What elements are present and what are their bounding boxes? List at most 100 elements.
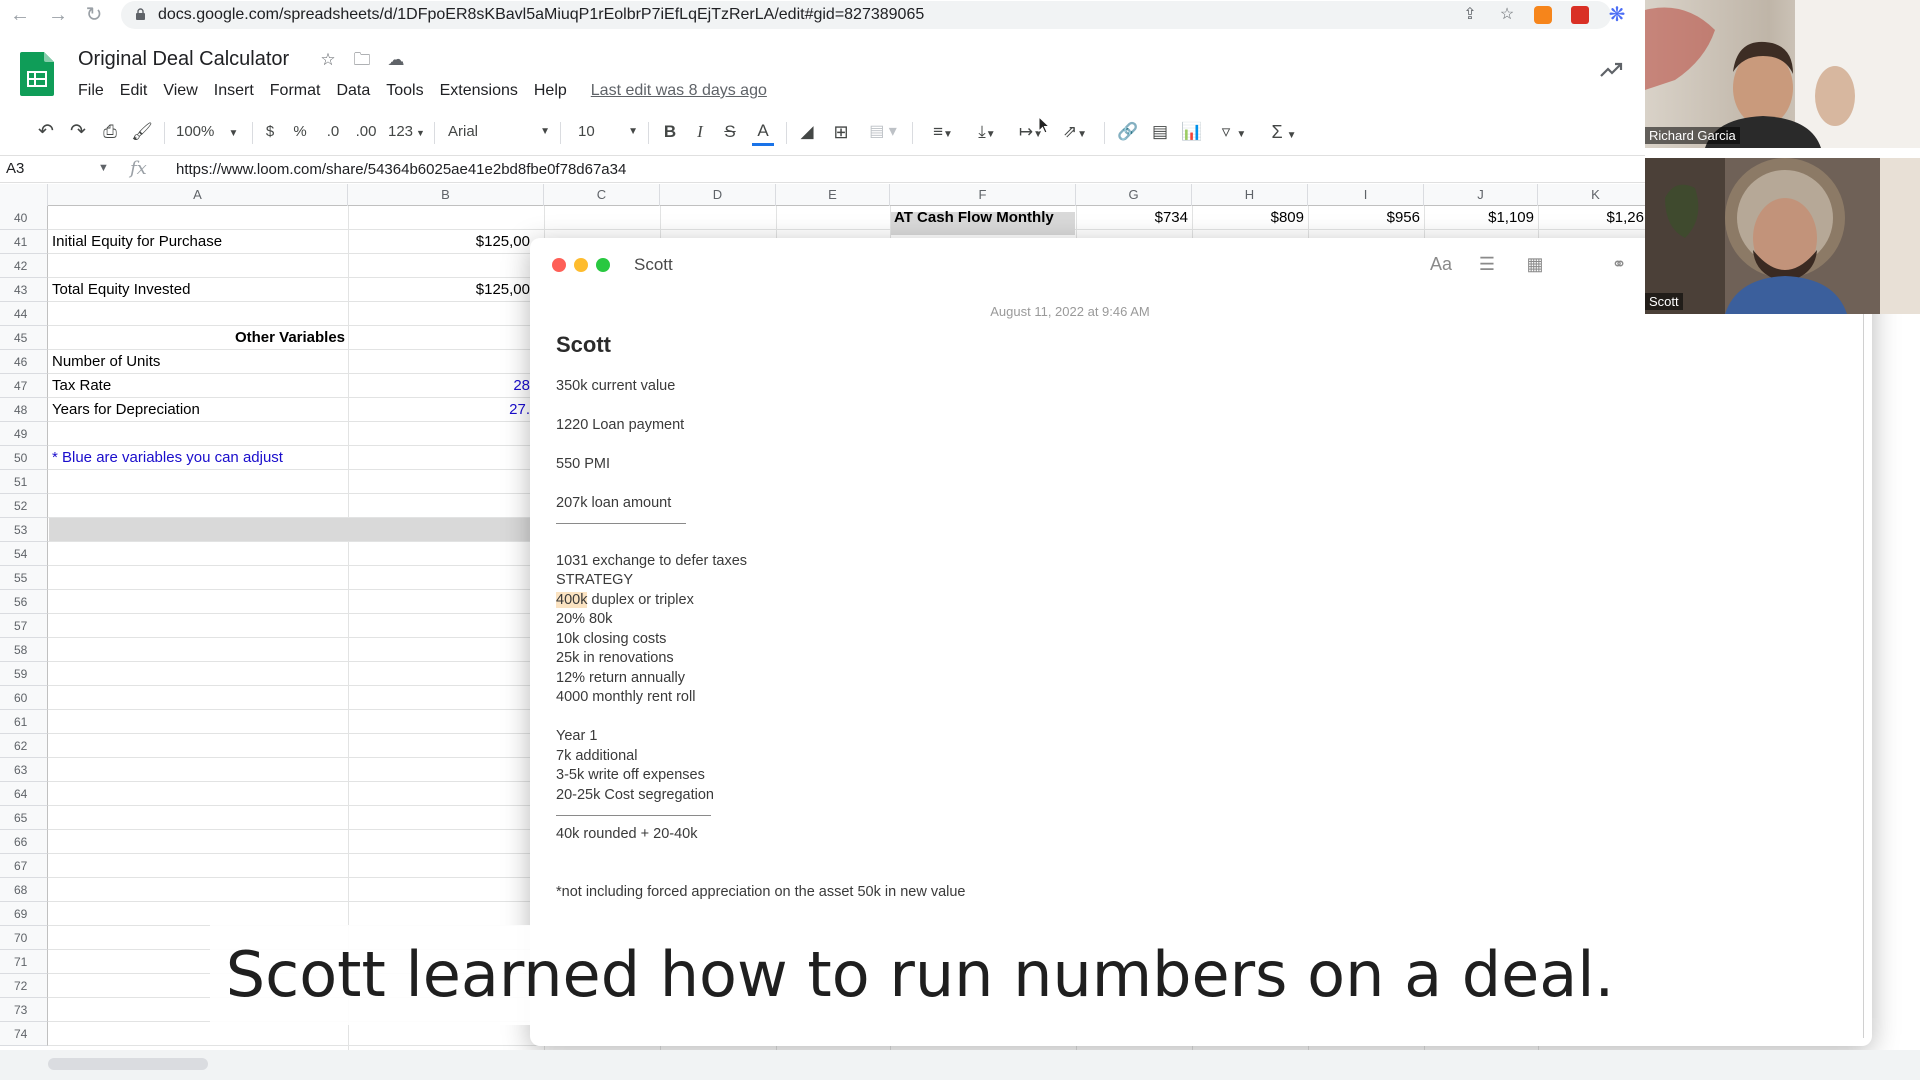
redo-icon[interactable]: ↷ — [66, 120, 90, 144]
note-line[interactable]: 25k in renovations — [556, 650, 674, 666]
note-line[interactable]: 550 PMI — [556, 456, 610, 472]
row-header[interactable]: 48 — [0, 398, 48, 422]
note-line[interactable]: *not including forced appreciation on th… — [556, 884, 966, 900]
row-header[interactable]: 49 — [0, 422, 48, 446]
row-header[interactable]: 66 — [0, 830, 48, 854]
row-header[interactable]: 46 — [0, 350, 48, 374]
horizontal-align-icon[interactable]: ≡▼ — [926, 120, 960, 144]
cell-a46[interactable]: Number of Units — [52, 350, 160, 374]
forward-arrow-icon[interactable]: → — [46, 3, 70, 27]
row-header[interactable]: 59 — [0, 662, 48, 686]
last-edit-link[interactable]: Last edit was 8 days ago — [591, 82, 767, 104]
menu-file[interactable]: File — [78, 82, 104, 104]
video-tile-richard[interactable]: Richard Garcia — [1645, 0, 1920, 148]
bold-button[interactable]: B — [660, 120, 680, 144]
row-header[interactable]: 50 — [0, 446, 48, 470]
column-header[interactable]: J — [1424, 184, 1538, 206]
collaborate-icon[interactable]: ⚭ — [1606, 252, 1632, 276]
row-header[interactable]: 60 — [0, 686, 48, 710]
row-header[interactable]: 42 — [0, 254, 48, 278]
strikethrough-button[interactable]: S — [720, 120, 740, 144]
italic-button[interactable]: I — [690, 120, 710, 144]
gear-extension-icon[interactable]: ❋ — [1606, 4, 1628, 26]
zoom-window-button[interactable] — [596, 258, 610, 272]
reload-icon[interactable]: ↻ — [82, 3, 106, 27]
row-header[interactable]: 72 — [0, 974, 48, 998]
row-header[interactable]: 55 — [0, 566, 48, 590]
menu-tools[interactable]: Tools — [386, 82, 423, 104]
checklist-icon[interactable]: ☰ — [1474, 252, 1500, 276]
column-header[interactable]: G — [1076, 184, 1192, 206]
cell-b47[interactable]: 28 — [352, 374, 530, 398]
row-header[interactable]: 52 — [0, 494, 48, 518]
note-heading[interactable]: Scott — [556, 332, 611, 358]
column-header[interactable]: F — [890, 184, 1076, 206]
row-header[interactable]: 53 — [0, 518, 48, 542]
row-header[interactable]: 58 — [0, 638, 48, 662]
video-tile-scott[interactable]: Scott — [1645, 158, 1920, 314]
cell-b41[interactable]: $125,00 — [352, 230, 530, 254]
menu-extensions[interactable]: Extensions — [440, 82, 518, 104]
column-header[interactable]: K — [1538, 184, 1645, 206]
row-header[interactable]: 65 — [0, 806, 48, 830]
column-header[interactable]: E — [776, 184, 890, 206]
row-header[interactable]: 62 — [0, 734, 48, 758]
cell-f40[interactable]: AT Cash Flow Monthly — [894, 206, 1054, 230]
note-line[interactable]: 1220 Loan payment — [556, 417, 684, 433]
notes-scrollbar[interactable] — [1860, 298, 1868, 1038]
menu-format[interactable]: Format — [270, 82, 321, 104]
currency-button[interactable]: $ — [262, 120, 278, 144]
fill-color-icon[interactable]: ◢ — [796, 120, 818, 144]
menu-insert[interactable]: Insert — [214, 82, 254, 104]
cell-h40[interactable]: $809 — [1196, 206, 1304, 230]
menu-view[interactable]: View — [163, 82, 197, 104]
note-line[interactable]: 1031 exchange to defer taxes — [556, 553, 747, 569]
row-header[interactable]: 69 — [0, 902, 48, 926]
cloud-status-icon[interactable]: ☁ — [386, 50, 406, 70]
merge-cells-icon[interactable]: ▤ ▾ — [866, 120, 900, 144]
cell-i40[interactable]: $956 — [1312, 206, 1420, 230]
column-header[interactable]: A — [48, 184, 348, 206]
close-window-button[interactable] — [552, 258, 566, 272]
name-box[interactable]: A3 — [6, 160, 24, 177]
row-header[interactable]: 68 — [0, 878, 48, 902]
minimize-window-button[interactable] — [574, 258, 588, 272]
column-header[interactable]: I — [1308, 184, 1424, 206]
row-header[interactable]: 64 — [0, 782, 48, 806]
note-line[interactable]: 3-5k write off expenses — [556, 767, 705, 783]
row-header[interactable]: 54 — [0, 542, 48, 566]
increase-decimal-button[interactable]: .00 — [352, 120, 380, 144]
row-header[interactable]: 63 — [0, 758, 48, 782]
address-bar[interactable]: docs.google.com/spreadsheets/d/1DFpoER8s… — [121, 1, 1611, 29]
zoom-select[interactable]: 100% ▼ — [176, 120, 246, 144]
star-icon[interactable]: ☆ — [318, 50, 338, 70]
note-line[interactable]: STRATEGY — [556, 572, 633, 588]
text-format-button[interactable]: Aa — [1428, 252, 1454, 276]
paint-format-icon[interactable]: 🖌 — [130, 120, 154, 144]
cell-a41[interactable]: Initial Equity for Purchase — [52, 230, 222, 254]
row-header[interactable]: 56 — [0, 590, 48, 614]
row-header[interactable]: 67 — [0, 854, 48, 878]
document-title[interactable]: Original Deal Calculator — [78, 48, 289, 71]
note-line[interactable]: 400k duplex or triplex — [556, 592, 694, 608]
note-line[interactable]: 20% 80k — [556, 611, 612, 627]
column-header[interactable]: B — [348, 184, 544, 206]
menu-help[interactable]: Help — [534, 82, 567, 104]
menu-edit[interactable]: Edit — [120, 82, 148, 104]
insert-chart-icon[interactable]: 📊 — [1180, 120, 1204, 144]
font-family-select[interactable]: Arial ▼ — [448, 120, 550, 144]
column-header[interactable]: D — [660, 184, 776, 206]
select-all-corner[interactable] — [0, 184, 48, 206]
back-arrow-icon[interactable]: ← — [8, 3, 32, 27]
formula-input[interactable]: https://www.loom.com/share/54364b6025ae4… — [176, 161, 626, 178]
row-header[interactable]: 73 — [0, 998, 48, 1022]
undo-icon[interactable]: ↶ — [34, 120, 58, 144]
chevron-down-icon[interactable]: ▼ — [98, 162, 109, 174]
row-header[interactable]: 70 — [0, 926, 48, 950]
note-line[interactable]: 4000 monthly rent roll — [556, 689, 695, 705]
print-icon[interactable]: ⎙ — [98, 120, 122, 144]
row-header[interactable]: 45 — [0, 326, 48, 350]
insert-comment-icon[interactable]: ▤ — [1148, 120, 1172, 144]
text-color-button[interactable]: A — [752, 120, 774, 146]
row-header[interactable]: 57 — [0, 614, 48, 638]
